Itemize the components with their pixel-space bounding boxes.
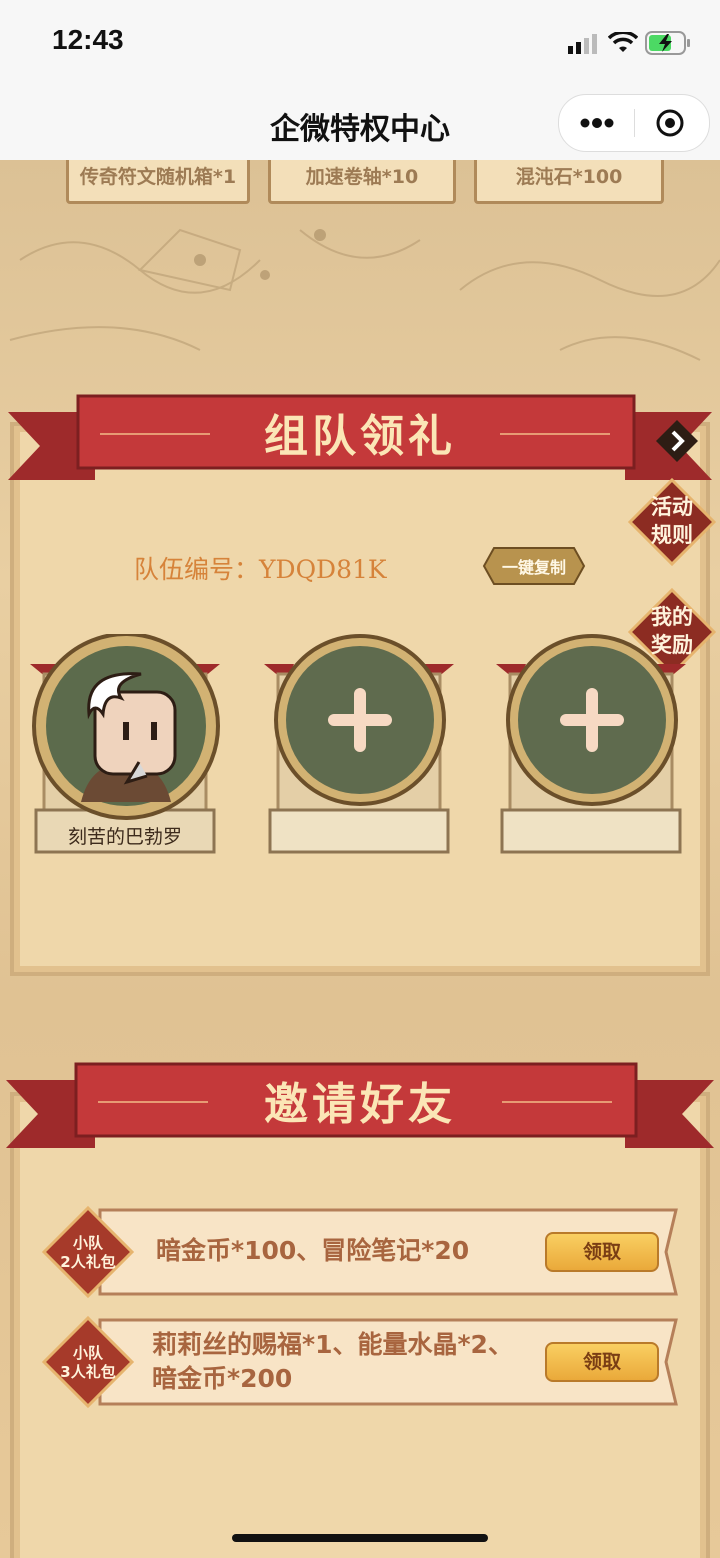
- reward-text: 暗金币*100、冒险笔记*20: [156, 1236, 470, 1265]
- team-member-slot-2[interactable]: [264, 634, 454, 864]
- wifi-icon: [608, 32, 638, 52]
- top-reward-2: 加速卷轴*10: [268, 160, 456, 204]
- page-content[interactable]: 传奇符文随机箱*1 加速卷轴*10 混沌石*100 组队领礼 活动 规则 我的 …: [0, 160, 720, 1558]
- activity-rules-line1: 活动: [651, 495, 693, 519]
- copy-button-label: 一键复制: [501, 558, 566, 577]
- badge-line1: 小队: [72, 1344, 103, 1362]
- team-id-value: YDQD81K: [259, 555, 387, 584]
- close-mini-program-icon[interactable]: [655, 108, 685, 138]
- add-member-icon[interactable]: [556, 684, 628, 756]
- team-id: 队伍编号：YDQD81K: [134, 550, 387, 586]
- invite-section-title: 邀请好友: [264, 1079, 456, 1130]
- team-section-title: 组队领礼: [264, 411, 456, 462]
- team-ribbon: 组队领礼: [0, 392, 720, 488]
- player-avatar: [81, 672, 177, 802]
- activity-rules-button[interactable]: 活动 规则: [628, 478, 716, 566]
- member-name: 刻苦的巴勃罗: [67, 826, 182, 848]
- add-member-icon[interactable]: [324, 684, 396, 756]
- copy-team-id-button[interactable]: 一键复制: [482, 546, 586, 586]
- badge-line2: 3人礼包: [60, 1363, 116, 1381]
- reward-badge: 小队 3人礼包: [40, 1314, 136, 1410]
- badge-line1: 小队: [72, 1234, 103, 1252]
- home-indicator: [232, 1534, 488, 1542]
- team-member-slot-3[interactable]: [496, 634, 686, 864]
- reward-badge: 小队 2人礼包: [40, 1204, 136, 1300]
- next-arrow-icon[interactable]: [654, 418, 700, 464]
- status-time: 12:43: [52, 24, 124, 55]
- top-reward-3: 混沌石*100: [474, 160, 664, 204]
- capsule-divider: [634, 109, 635, 137]
- battery-charging-icon: [645, 31, 690, 55]
- cellular-signal-icon: [568, 34, 597, 54]
- reward-text: 莉莉丝的赐福*1、能量水晶*2、 暗金币*200: [152, 1330, 513, 1393]
- badge-line2: 2人礼包: [60, 1253, 116, 1271]
- team-id-label: 队伍编号：: [134, 555, 260, 584]
- status-bar: 12:43: [0, 0, 720, 84]
- mini-program-capsule: [558, 94, 710, 152]
- claim-button[interactable]: 领取: [545, 1232, 659, 1272]
- reward-row-2-person: 小队 2人礼包 暗金币*100、冒险笔记*20 领取: [40, 1204, 680, 1300]
- my-rewards-line1: 我的: [651, 605, 693, 629]
- invite-ribbon: 邀请好友: [0, 1060, 720, 1156]
- activity-rules-line2: 规则: [651, 523, 693, 547]
- map-illustration: [9, 228, 720, 361]
- team-member-slot-1[interactable]: 刻苦的巴勃罗: [30, 634, 220, 864]
- reward-row-3-person: 小队 3人礼包 莉莉丝的赐福*1、能量水晶*2、 暗金币*200 领取: [40, 1314, 680, 1410]
- claim-button[interactable]: 领取: [545, 1342, 659, 1382]
- more-options-icon[interactable]: [579, 115, 615, 131]
- top-reward-1: 传奇符文随机箱*1: [66, 160, 250, 204]
